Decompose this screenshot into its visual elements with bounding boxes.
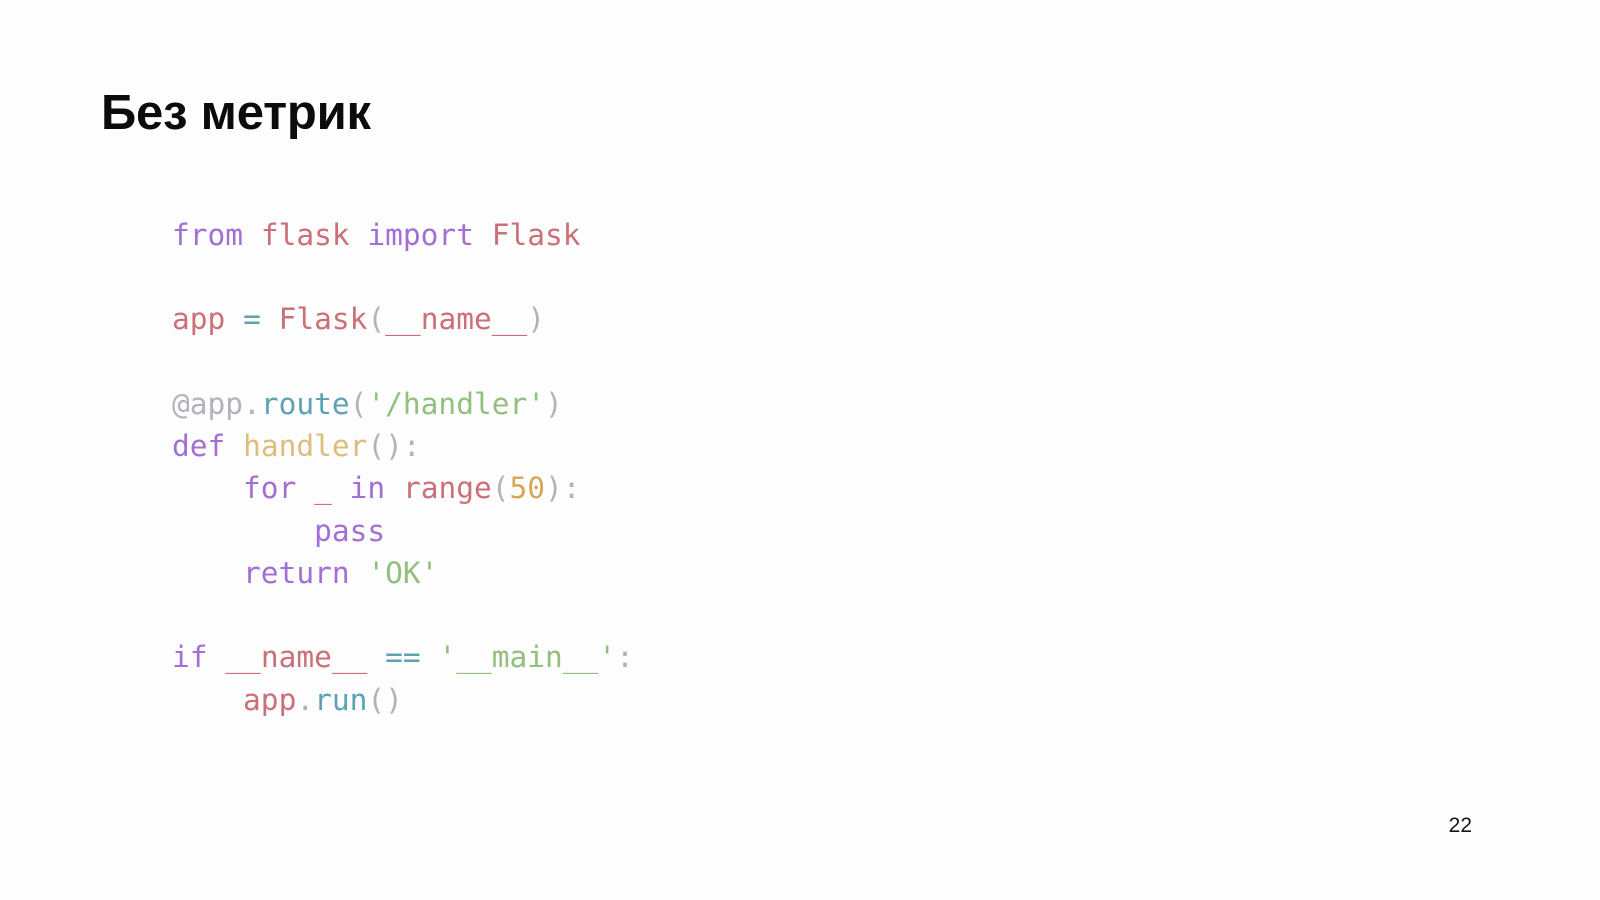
code-token-keyword: def bbox=[172, 428, 226, 463]
code-token-punctuation: ( bbox=[367, 302, 386, 337]
code-token-name: range bbox=[402, 471, 492, 506]
code-token-name: Flask bbox=[278, 302, 368, 337]
code-token-name: __name__ bbox=[225, 640, 368, 675]
code-token-keyword: from bbox=[172, 217, 244, 252]
code-token-name: __name__ bbox=[385, 302, 528, 337]
code-token-punctuation: ) bbox=[527, 302, 546, 337]
code-token-operator: == bbox=[385, 640, 421, 675]
code-token-name: app bbox=[172, 302, 226, 337]
code-line: @app.route('/handler') bbox=[172, 383, 634, 425]
code-token-punctuation: . bbox=[296, 682, 315, 717]
code-token-punctuation: ) bbox=[545, 386, 563, 421]
page-number: 22 bbox=[1448, 814, 1472, 837]
code-token-decorator: @app bbox=[172, 386, 244, 421]
page-title: Без метрик bbox=[101, 85, 371, 140]
code-block: from flask import Flask app = Flask(__na… bbox=[172, 214, 634, 722]
code-token-string: 'OK' bbox=[367, 555, 439, 590]
code-token-operator: route bbox=[260, 386, 350, 421]
code-token-name: flask bbox=[260, 217, 350, 252]
code-line: app.run() bbox=[172, 679, 634, 721]
code-token-keyword: import bbox=[367, 217, 474, 252]
code-token-string: '__main__' bbox=[438, 640, 617, 675]
code-token-punctuation: ): bbox=[545, 471, 581, 506]
code-line: return 'OK' bbox=[172, 552, 634, 594]
code-token-punctuation: ( bbox=[349, 386, 368, 421]
code-line: if __name__ == '__main__': bbox=[172, 636, 634, 678]
code-line: def handler(): bbox=[172, 425, 634, 467]
code-token-string: '/handler' bbox=[367, 386, 545, 421]
code-token-function: handler bbox=[243, 428, 368, 463]
code-token-punctuation: ( bbox=[491, 471, 510, 506]
code-token-name: _ bbox=[314, 471, 332, 506]
code-token-name: Flask bbox=[491, 217, 581, 252]
code-token-keyword: in bbox=[349, 471, 386, 506]
code-token-name: app bbox=[243, 682, 297, 717]
code-line: pass bbox=[172, 510, 634, 552]
code-line: from flask import Flask bbox=[172, 214, 634, 256]
code-token-keyword: if bbox=[172, 640, 208, 675]
code-line: for _ in range(50): bbox=[172, 467, 634, 509]
code-token-keyword: for bbox=[243, 471, 297, 506]
code-token-punctuation: . bbox=[243, 386, 261, 421]
code-token-punctuation: () bbox=[367, 682, 403, 717]
code-token-keyword: return bbox=[243, 555, 350, 590]
code-token-operator: = bbox=[243, 302, 261, 337]
code-line: app = Flask(__name__) bbox=[172, 298, 634, 340]
code-token-punctuation: (): bbox=[367, 428, 421, 463]
code-token-operator: run bbox=[314, 682, 368, 717]
slide-root: Без метрик from flask import Flask app =… bbox=[0, 0, 1600, 900]
code-token-keyword: pass bbox=[314, 513, 386, 548]
code-token-number: 50 bbox=[509, 471, 546, 506]
code-token-punctuation: : bbox=[616, 640, 634, 675]
